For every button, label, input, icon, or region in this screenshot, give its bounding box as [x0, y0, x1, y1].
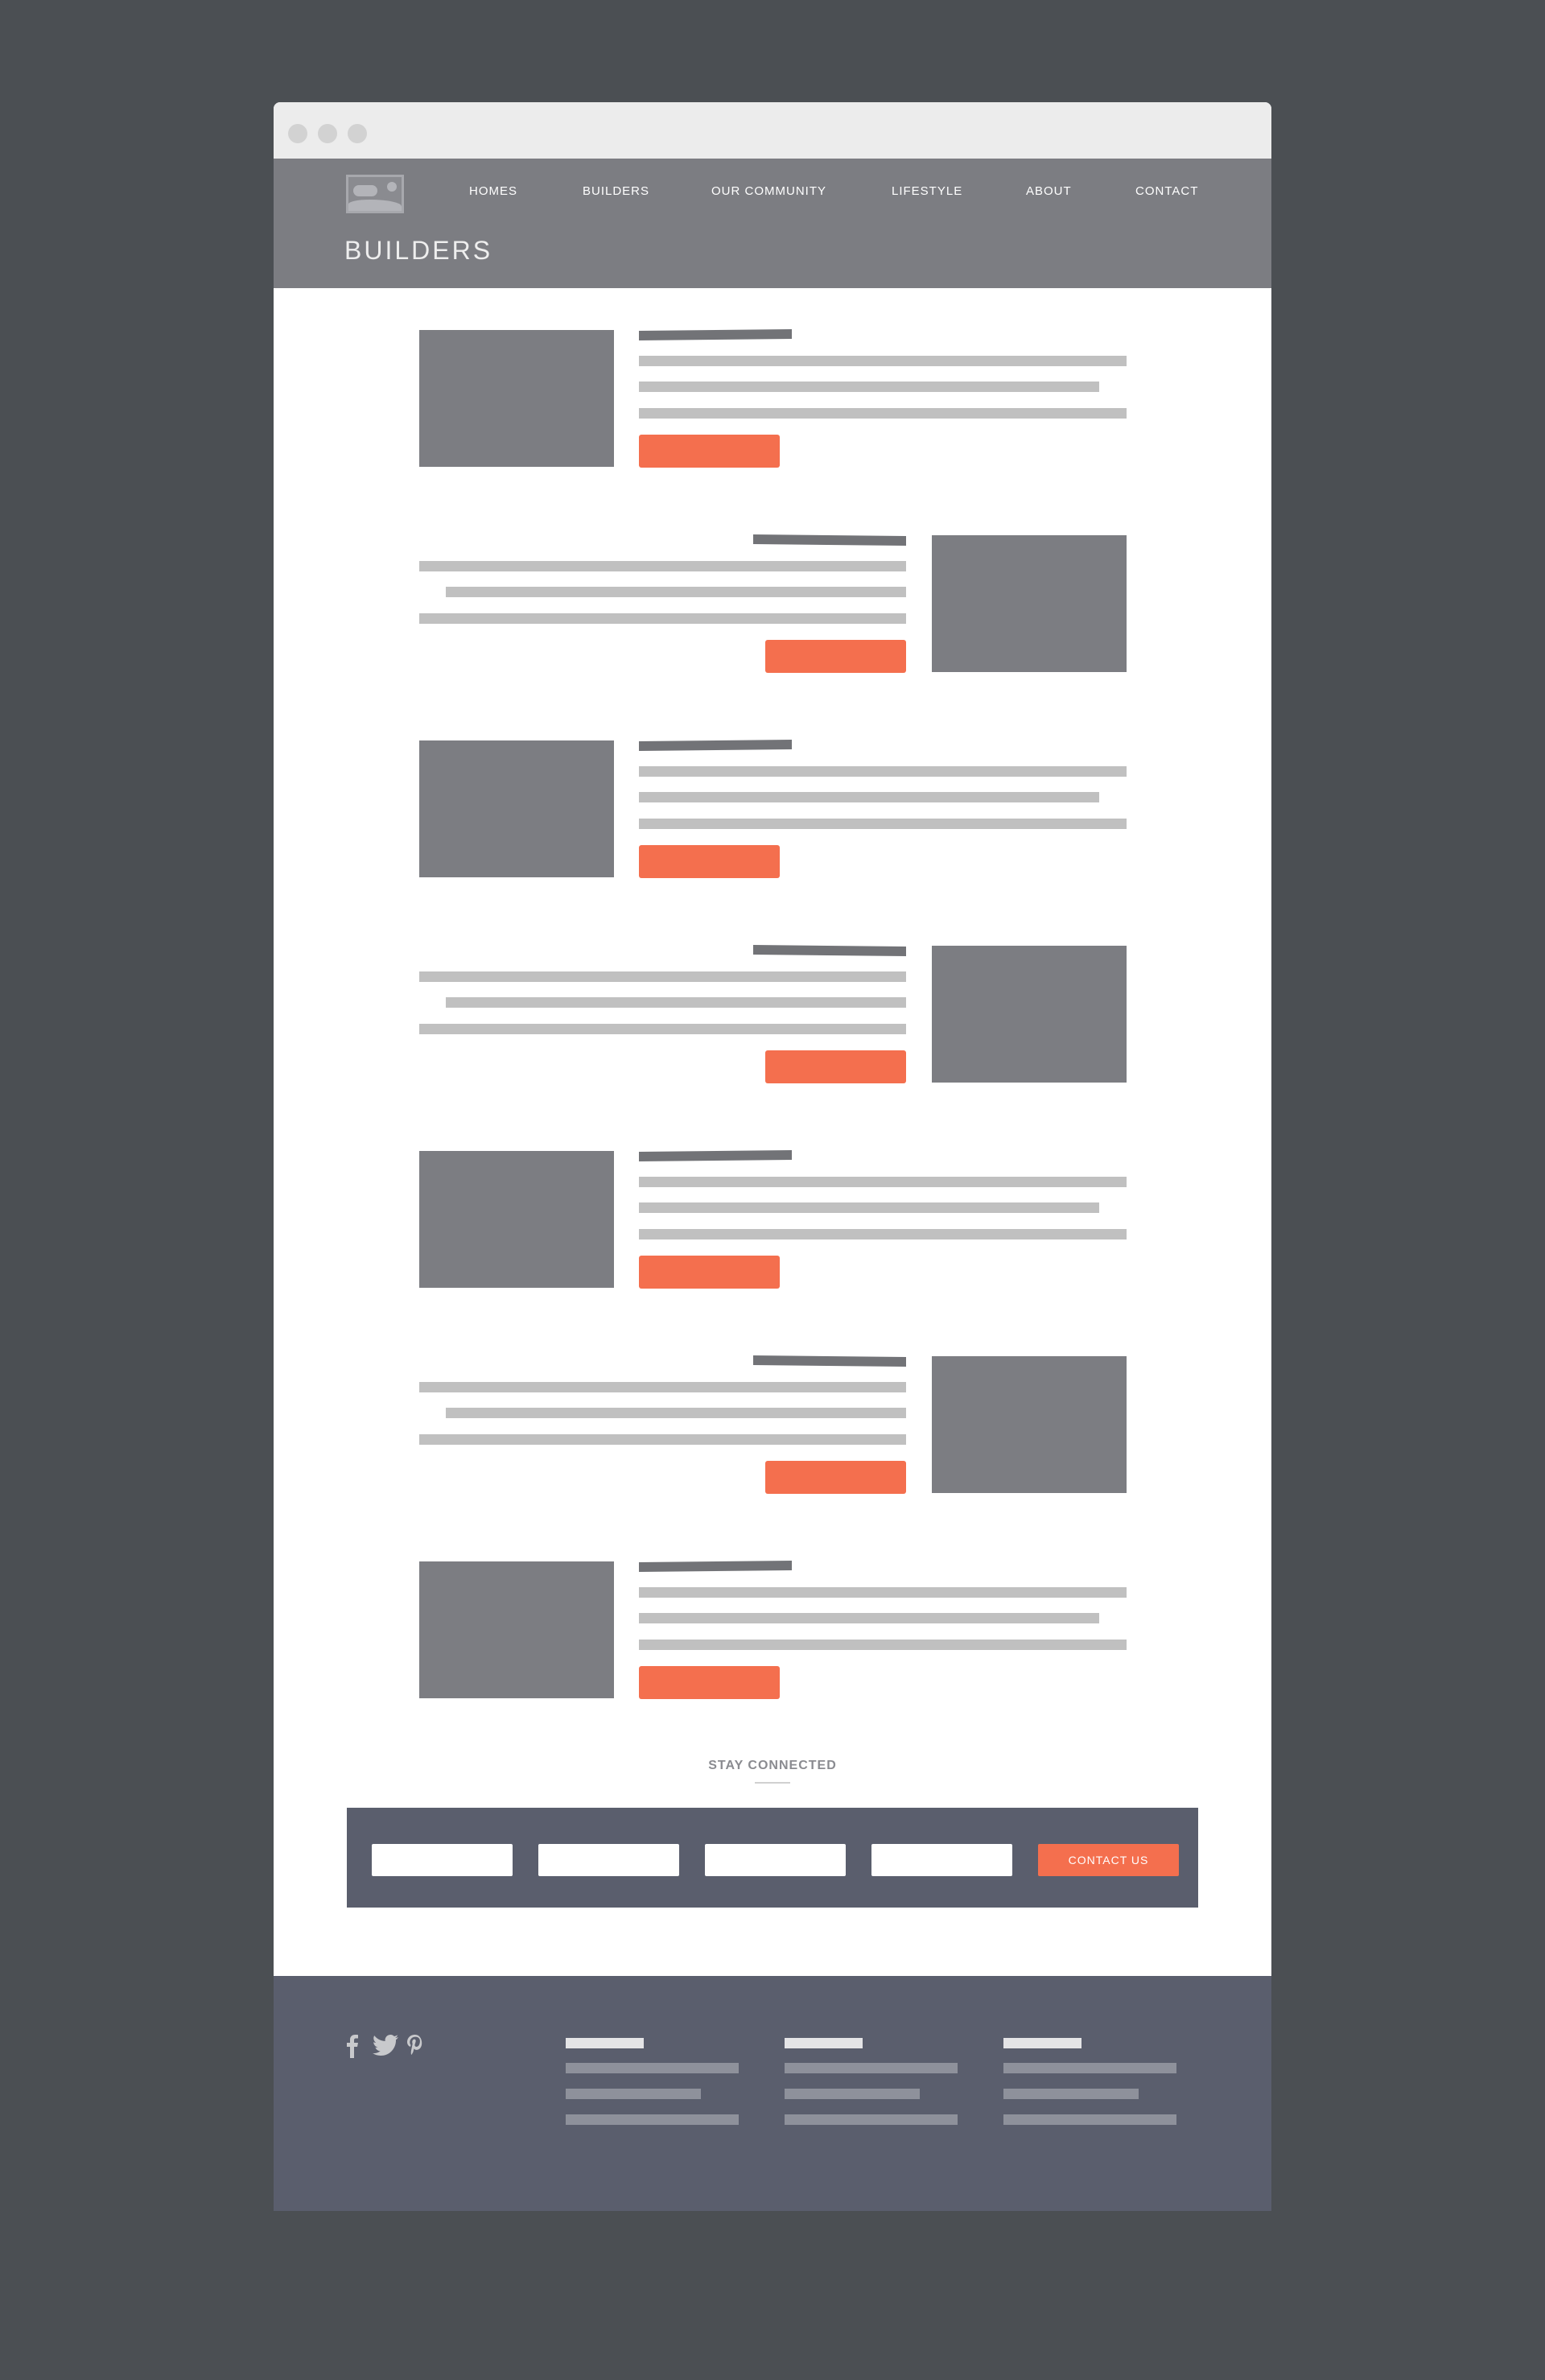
builder-title-placeholder [753, 1355, 906, 1367]
text-line-placeholder [446, 587, 906, 597]
text-line-placeholder [419, 1024, 906, 1034]
builder-title-placeholder [753, 534, 906, 546]
text-line-placeholder [419, 971, 906, 982]
page-title: BUILDERS [344, 236, 493, 265]
text-line-placeholder [639, 408, 1127, 419]
builder-row [419, 534, 1127, 674]
builder-image-placeholder[interactable] [419, 740, 614, 877]
builder-row [419, 1355, 1127, 1495]
window-close-dot[interactable] [288, 124, 307, 143]
text-line-placeholder [639, 792, 1099, 802]
footer-link-placeholder[interactable] [785, 2063, 958, 2073]
browser-chrome [274, 102, 1271, 159]
builder-title-placeholder [753, 945, 906, 956]
site-header: HOMES BUILDERS OUR COMMUNITY LIFESTYLE A… [274, 159, 1271, 288]
footer-link-placeholder[interactable] [566, 2089, 701, 2099]
builder-row [419, 329, 1127, 468]
footer-link-placeholder[interactable] [1003, 2089, 1139, 2099]
text-line-placeholder [639, 1229, 1127, 1239]
nav-item-contact[interactable]: CONTACT [1135, 184, 1198, 198]
builder-image-placeholder[interactable] [419, 1561, 614, 1698]
builder-title-placeholder [639, 1150, 792, 1161]
text-line-placeholder [446, 997, 906, 1008]
facebook-icon[interactable] [346, 2034, 359, 2063]
text-line-placeholder [639, 766, 1127, 777]
nav-item-builders[interactable]: BUILDERS [583, 184, 649, 198]
text-line-placeholder [639, 356, 1127, 366]
text-line-placeholder [639, 1640, 1127, 1650]
text-line-placeholder [419, 1382, 906, 1392]
text-line-placeholder [639, 1177, 1127, 1187]
builder-image-placeholder[interactable] [932, 1356, 1127, 1493]
nav-item-lifestyle[interactable]: LIFESTYLE [892, 184, 962, 198]
contact-field-3[interactable] [705, 1844, 846, 1876]
site-footer [274, 1976, 1271, 2211]
twitter-icon[interactable] [372, 2034, 399, 2063]
footer-link-placeholder[interactable] [785, 2089, 920, 2099]
builder-cta-button[interactable] [639, 1666, 780, 1699]
text-line-placeholder [419, 613, 906, 624]
builder-cta-button[interactable] [765, 1461, 906, 1494]
text-line-placeholder [419, 1434, 906, 1445]
footer-link-placeholder[interactable] [1003, 2063, 1176, 2073]
footer-link-placeholder[interactable] [785, 2114, 958, 2125]
builder-cta-button[interactable] [639, 845, 780, 878]
pinterest-icon[interactable] [406, 2034, 425, 2063]
builder-image-placeholder[interactable] [932, 946, 1127, 1083]
footer-link-placeholder[interactable] [1003, 2114, 1176, 2125]
text-line-placeholder [419, 561, 906, 571]
builder-row [419, 1561, 1127, 1700]
nav-item-our-community[interactable]: OUR COMMUNITY [711, 184, 826, 198]
builder-title-placeholder [639, 1561, 792, 1572]
builder-image-placeholder[interactable] [932, 535, 1127, 672]
builder-title-placeholder [639, 740, 792, 751]
text-line-placeholder [639, 382, 1099, 392]
stay-connected-heading: STAY CONNECTED [708, 1759, 837, 1772]
builder-image-placeholder[interactable] [419, 1151, 614, 1288]
footer-column-heading [1003, 2038, 1082, 2048]
text-line-placeholder [639, 1613, 1099, 1623]
builder-cta-button[interactable] [765, 1050, 906, 1083]
builder-image-placeholder[interactable] [419, 330, 614, 467]
heading-underline [755, 1782, 790, 1784]
browser-window: HOMES BUILDERS OUR COMMUNITY LIFESTYLE A… [274, 102, 1271, 2211]
builder-row [419, 945, 1127, 1084]
text-line-placeholder [639, 819, 1127, 829]
text-line-placeholder [446, 1408, 906, 1418]
text-line-placeholder [639, 1587, 1127, 1598]
nav-item-homes[interactable]: HOMES [469, 184, 517, 198]
nav-item-about[interactable]: ABOUT [1026, 184, 1072, 198]
builder-row [419, 740, 1127, 879]
footer-link-placeholder[interactable] [566, 2063, 739, 2073]
contact-field-2[interactable] [538, 1844, 679, 1876]
builder-cta-button[interactable] [639, 1256, 780, 1289]
footer-column-heading [785, 2038, 863, 2048]
contact-field-4[interactable] [871, 1844, 1012, 1876]
logo-image-icon[interactable] [346, 175, 404, 213]
text-line-placeholder [639, 1202, 1099, 1213]
footer-link-placeholder[interactable] [566, 2114, 739, 2125]
contact-field-1[interactable] [372, 1844, 513, 1876]
footer-column-heading [566, 2038, 644, 2048]
contact-us-button[interactable]: CONTACT US [1038, 1844, 1179, 1876]
contact-form-bar: CONTACT US [347, 1808, 1198, 1908]
builder-cta-button[interactable] [639, 435, 780, 468]
builder-cta-button[interactable] [765, 640, 906, 673]
builder-row [419, 1150, 1127, 1289]
builder-title-placeholder [639, 329, 792, 340]
window-minimize-dot[interactable] [318, 124, 337, 143]
window-maximize-dot[interactable] [348, 124, 367, 143]
